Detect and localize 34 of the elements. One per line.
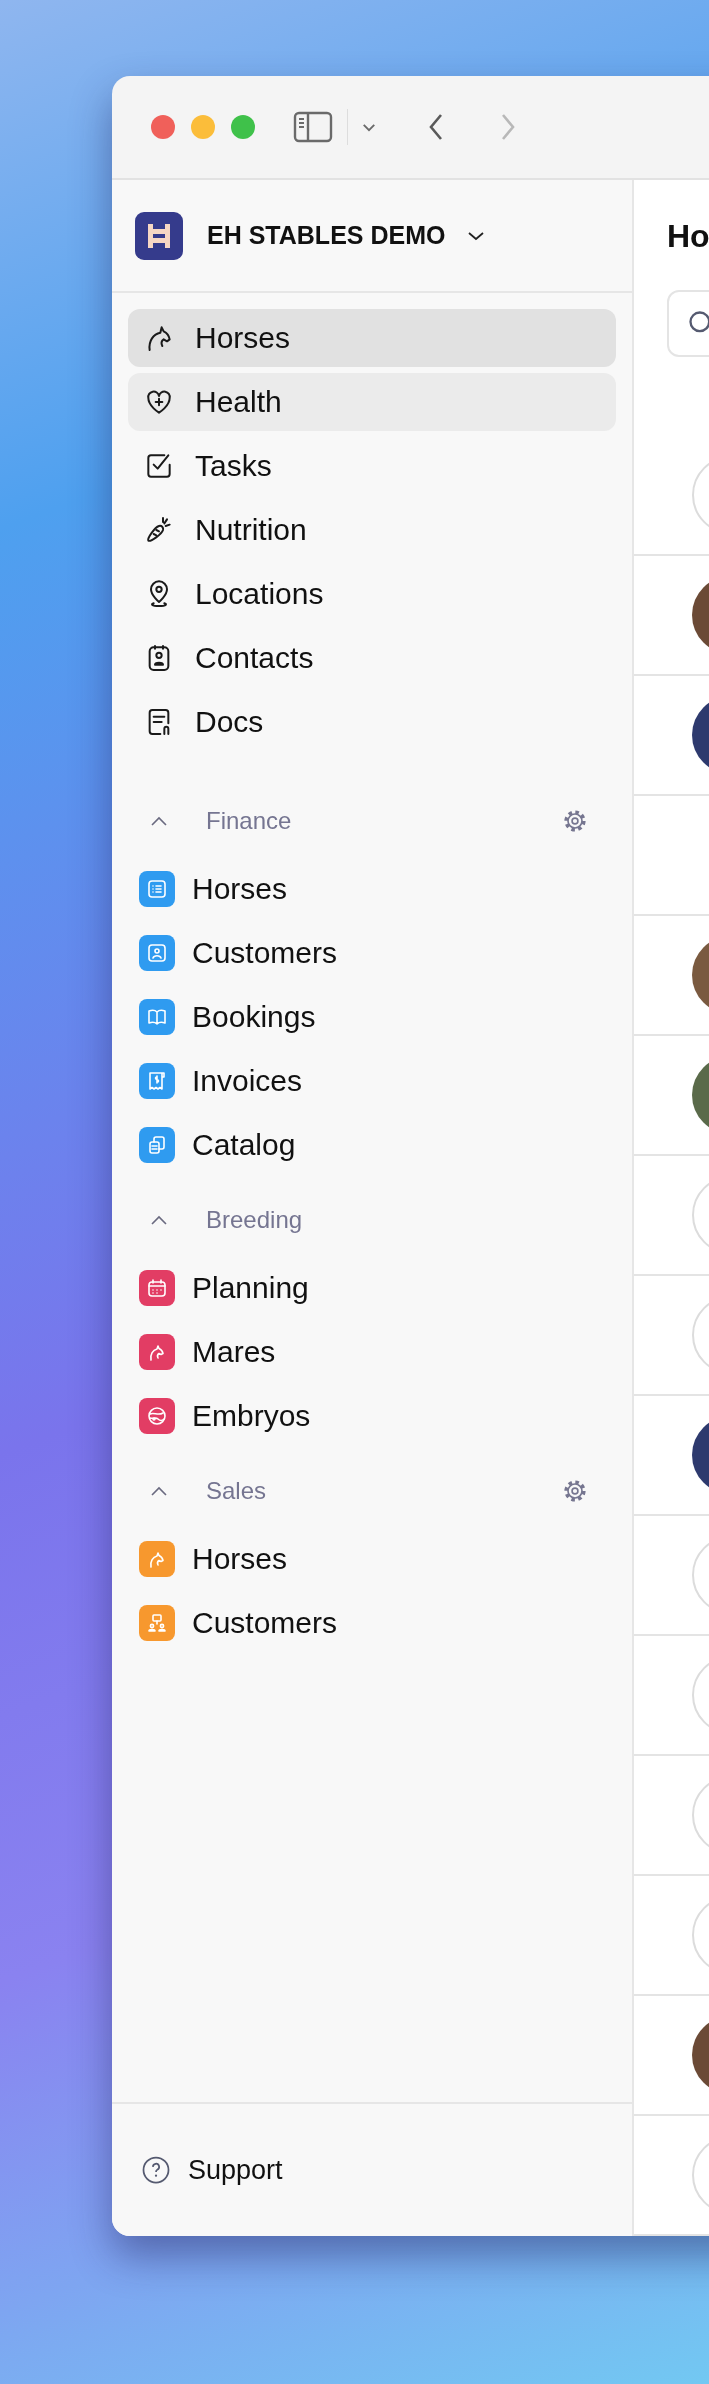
sidebar-item[interactable]: Horses (192, 872, 288, 906)
section-header[interactable]: Sales (206, 1477, 267, 1505)
sidebar-item[interactable]: Docs (128, 693, 616, 751)
sidebar-item[interactable]: Customers (192, 936, 338, 970)
sidebar-item[interactable]: Contacts (128, 629, 616, 687)
collapse-chevron-icon[interactable] (150, 1486, 168, 1496)
sidebar-item[interactable]: Nutrition (128, 501, 616, 559)
section-header[interactable]: Breeding (206, 1206, 303, 1234)
back-icon[interactable] (428, 113, 444, 141)
sidebar-item[interactable]: Horses (128, 309, 616, 367)
sidebar-item[interactable]: Customers (192, 1606, 338, 1640)
support-link[interactable]: Support (141, 2154, 283, 2186)
settings-icon[interactable] (561, 1477, 589, 1505)
page-title: Ho (667, 218, 709, 256)
help-icon (141, 2155, 171, 2185)
sidebar-item[interactable]: Invoices (192, 1064, 303, 1098)
sidebar-item[interactable]: Bookings (192, 1000, 316, 1034)
sidebar-item[interactable]: Horses (192, 1542, 288, 1576)
sidebar-item[interactable]: Planning (192, 1271, 309, 1305)
logo-icon (135, 211, 183, 260)
close-window-button[interactable] (151, 115, 175, 139)
chevron-down-icon[interactable] (467, 230, 486, 241)
settings-icon[interactable] (561, 807, 589, 835)
section-header[interactable]: Finance (206, 807, 292, 835)
sidebar-item[interactable]: Health (128, 373, 616, 431)
sidebar-toggle-icon[interactable] (293, 111, 333, 143)
collapse-chevron-icon[interactable] (150, 1215, 168, 1225)
sidebar-item[interactable]: Tasks (128, 437, 616, 495)
workspace-name[interactable]: EH STABLES DEMO (207, 221, 446, 250)
sidebar-item[interactable]: Locations (128, 565, 616, 623)
collapse-chevron-icon[interactable] (150, 816, 168, 826)
sidebar-item[interactable]: Embryos (192, 1399, 311, 1433)
sidebar-item[interactable]: Mares (192, 1335, 276, 1369)
sidebar-item[interactable]: Catalog (192, 1128, 296, 1162)
